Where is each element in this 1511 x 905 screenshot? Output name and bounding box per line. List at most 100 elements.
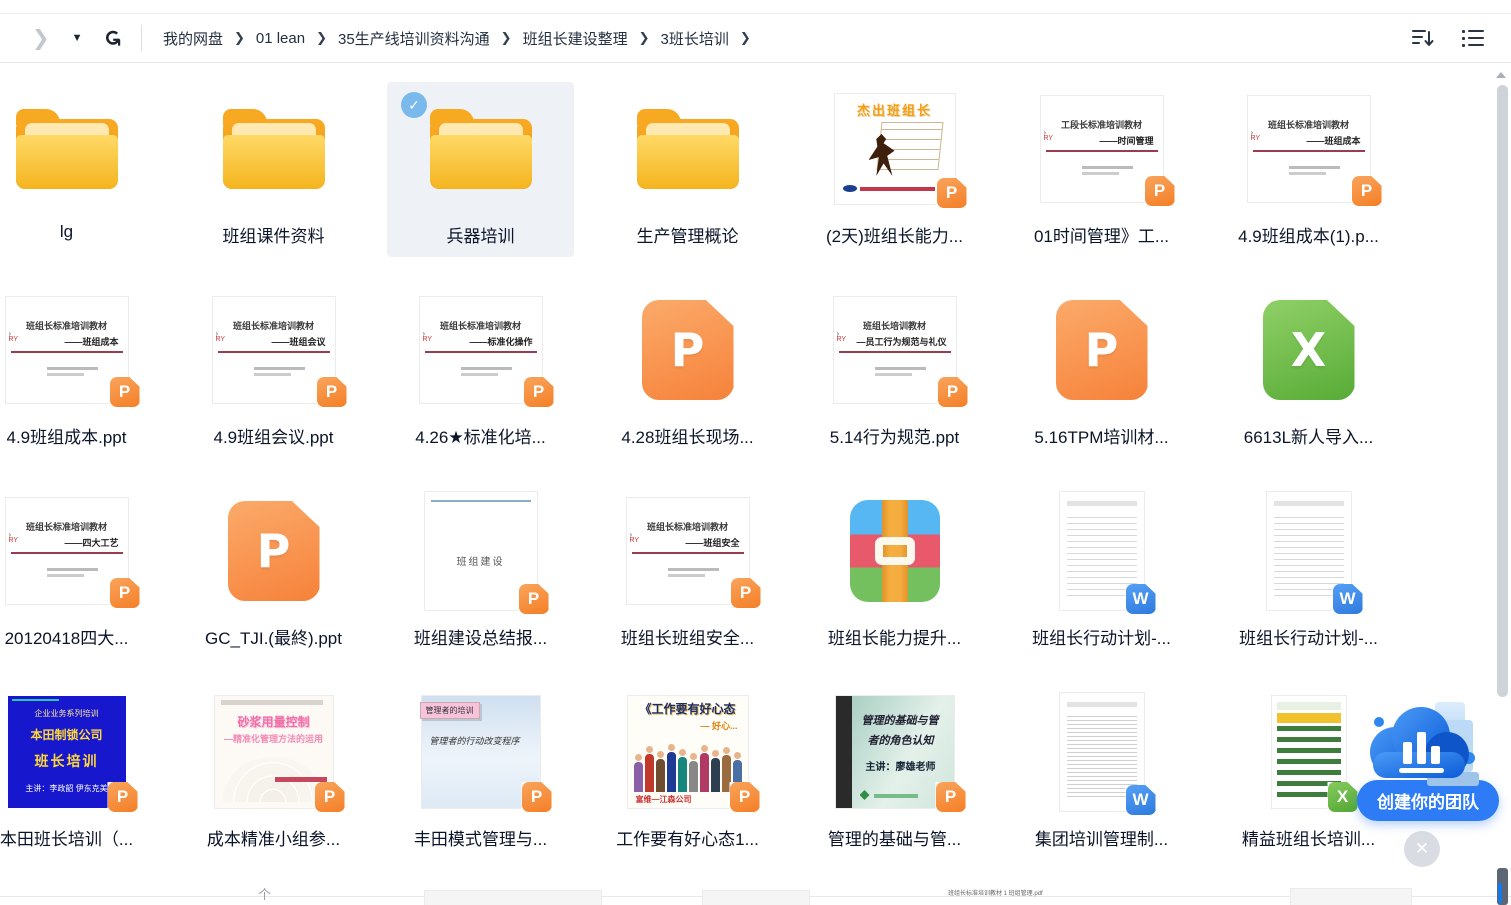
file-label: 班组长能力提升...	[828, 624, 961, 649]
ppt-cover-thumbnail: ›RY 班组长培训教材—员工行为规范与礼仪 P	[834, 297, 956, 403]
file-label: 4.9班组会议.ppt	[214, 423, 334, 448]
file-tile[interactable]: P 5.16TPM培训材...	[1008, 283, 1195, 458]
ppt-badge-icon: P	[524, 377, 554, 407]
ppt-cover-thumbnail: 《工作要有好心态— 好心... 富维—江森公司P	[628, 696, 748, 808]
toolbar-divider	[141, 25, 142, 51]
file-tile[interactable]: 管理者的培训管理者的行动改变程序P丰田模式管理与...	[387, 685, 574, 860]
folder-icon	[430, 109, 532, 189]
file-label: 5.16TPM培训材...	[1034, 423, 1168, 448]
file-icon-area: W	[1215, 484, 1402, 618]
file-label: 01时间管理》工...	[1034, 222, 1169, 247]
file-tile[interactable]: ›RY 班组长标准培训教材——四大工艺 P 20120418四大...	[0, 484, 160, 659]
breadcrumb-separator-icon: ❯	[639, 30, 650, 46]
file-icon-area: P	[180, 484, 367, 618]
file-label: 4.9班组成本.ppt	[7, 423, 127, 448]
promo-close-button[interactable]: ✕	[1404, 831, 1440, 867]
partial-thumbnail	[1290, 888, 1412, 905]
ppt-badge-icon: P	[1145, 176, 1175, 206]
file-tile[interactable]: 企业业务系列培训本田制锁公司 班长培训主讲：李政韶 伊东克美P 本田班长培训（..…	[0, 685, 160, 860]
file-tile[interactable]: W 班组长行动计划-...	[1008, 484, 1195, 659]
file-tile[interactable]: ›RY 班组长标准培训教材——标准化操作 P4.26★标准化培...	[387, 283, 574, 458]
file-tile[interactable]: W班组长行动计划-...	[1215, 484, 1402, 659]
folder-tile[interactable]: lg	[0, 82, 160, 257]
file-icon-area: P	[594, 283, 781, 417]
scrollbar-bottom-piece[interactable]	[1497, 868, 1508, 905]
breadcrumb: 我的网盘❯01 lean❯35生产线培训资料沟通❯班组长建设整理❯3班长培训❯	[157, 28, 756, 49]
file-label: 工作要有好心态1...	[616, 825, 759, 850]
ppt-cover-thumbnail: ›RY 班组长标准培训教材——班组会议 P	[213, 297, 335, 403]
breadcrumb-item[interactable]: 3班长培训	[661, 28, 729, 49]
partial-thumbnail	[702, 890, 810, 905]
file-tile[interactable]: X6613L新人导入...	[1215, 283, 1402, 458]
ppt-badge-icon: P	[937, 178, 967, 208]
history-dropdown-icon[interactable]: ▼	[72, 32, 83, 44]
file-icon-area: 班组建设P	[387, 484, 574, 618]
file-label: 集团培训管理制...	[1035, 825, 1168, 850]
file-icon-area: ›RY 班组长标准培训教材——班组安全 P	[594, 484, 781, 618]
ppt-file-icon: P	[1056, 300, 1148, 400]
file-tile[interactable]: ›RY 班组长标准培训教材——班组安全 P班组长班组安全...	[594, 484, 781, 659]
word-badge-icon: W	[1126, 785, 1156, 815]
ppt-badge-icon: P	[730, 782, 760, 812]
file-tile[interactable]: ›RY 班组长标准培训教材——班组成本 P 4.9班组成本(1).p...	[1215, 82, 1402, 257]
ppt-badge-icon: P	[938, 377, 968, 407]
file-tile[interactable]: P 4.28班组长现场...	[594, 283, 781, 458]
file-icon-area: 《工作要有好心态— 好心... 富维—江森公司P	[594, 685, 781, 819]
file-label: 管理的基础与管...	[828, 825, 961, 850]
breadcrumb-item[interactable]: 35生产线培训资料沟通	[338, 28, 490, 49]
ppt-cover-thumbnail: ›RY 班组长标准培训教材——班组成本 P	[6, 297, 128, 403]
cloud-chart-icon[interactable]	[1357, 694, 1487, 794]
file-tile[interactable]: 班组建设P班组建设总结报...	[387, 484, 574, 659]
file-tile[interactable]: ›RY 班组长标准培训教材——班组会议 P 4.9班组会议.ppt	[180, 283, 367, 458]
file-tile[interactable]: 管理的基础与管者的角色认知 主讲：廖雄老师P管理的基础与管...	[801, 685, 988, 860]
file-tile[interactable]: 杰出班组长 P(2天)班组长能力...	[801, 82, 988, 257]
file-icon-area: ›RY 班组长标准培训教材——标准化操作 P	[387, 283, 574, 417]
sort-icon[interactable]	[1411, 28, 1435, 48]
file-label: 本田班长培训（...	[0, 825, 133, 850]
breadcrumb-item[interactable]: 01 lean	[256, 30, 305, 47]
breadcrumb-item[interactable]: 我的网盘	[163, 28, 223, 49]
file-label: 班组长行动计划-...	[1032, 624, 1171, 649]
word-doc-thumbnail: W	[1060, 693, 1144, 811]
file-label: 成本精准小组参...	[207, 825, 340, 850]
file-label: 生产管理概论	[637, 222, 739, 247]
folder-tile[interactable]: 生产管理概论	[594, 82, 781, 257]
ppt-badge-icon: P	[108, 782, 138, 812]
folder-tile[interactable]: ✓兵器培训	[387, 82, 574, 257]
file-tile[interactable]: ›RY 班组长培训教材—员工行为规范与礼仪 P 5.14行为规范.ppt	[801, 283, 988, 458]
file-label: 5.14行为规范.ppt	[830, 423, 959, 448]
list-view-icon[interactable]	[1461, 28, 1485, 48]
scrollbar-up-arrow[interactable]	[1496, 72, 1506, 78]
file-tile[interactable]: 班组长能力提升...	[801, 484, 988, 659]
breadcrumb-item[interactable]: 班组长建设整理	[523, 28, 628, 49]
partial-thumbnail-text: 班组长标准培训教材 1 班组管理.pdf	[948, 888, 1043, 897]
file-icon-area: ›RY 班组长标准培训教材——班组会议 P	[180, 283, 367, 417]
word-doc-thumbnail: W	[1267, 492, 1351, 610]
file-icon-area: 企业业务系列培训本田制锁公司 班长培训主讲：李政韶 伊东克美P	[0, 685, 160, 819]
file-tile[interactable]: ›RY 工段长标准培训教材——时间管理 P 01时间管理》工...	[1008, 82, 1195, 257]
file-tile[interactable]: 《工作要有好心态— 好心... 富维—江森公司P 工作要有好心态1...	[594, 685, 781, 860]
file-tile[interactable]: W 集团培训管理制...	[1008, 685, 1195, 860]
file-tile[interactable]: 砂浆用量控制—精准化管理方法的运用 P成本精准小组参...	[180, 685, 367, 860]
file-icon-area: W	[1008, 685, 1195, 819]
file-label: 4.28班组长现场...	[621, 423, 753, 448]
ppt-badge-icon: P	[519, 584, 549, 614]
ppt-badge-icon: P	[1352, 176, 1382, 206]
folder-tile[interactable]: 班组课件资料	[180, 82, 367, 257]
ppt-cover-thumbnail: ›RY 班组长标准培训教材——四大工艺 P	[6, 498, 128, 604]
file-tile[interactable]: ›RY 班组长标准培训教材——班组成本 P 4.9班组成本.ppt	[0, 283, 160, 458]
refresh-icon[interactable]: ↻	[99, 29, 125, 47]
partial-thumbnail	[424, 890, 602, 905]
file-label: 20120418四大...	[5, 624, 129, 649]
xls-badge-icon: X	[1328, 782, 1358, 812]
file-tile[interactable]: PGC_TJI.(最終).ppt	[180, 484, 367, 659]
forward-icon[interactable]: ❯	[32, 26, 50, 51]
file-label: 班组课件资料	[223, 222, 325, 247]
file-icon-area: ›RY 工段长标准培训教材——时间管理 P	[1008, 82, 1195, 216]
file-icon-area: ›RY 班组长标准培训教材——班组成本 P	[1215, 82, 1402, 216]
folder-icon	[223, 109, 325, 189]
scrollbar-thumb[interactable]	[1497, 85, 1508, 697]
file-label: 4.9班组成本(1).p...	[1238, 222, 1379, 247]
word-badge-icon: W	[1126, 584, 1156, 614]
ppt-badge-icon: P	[936, 782, 966, 812]
